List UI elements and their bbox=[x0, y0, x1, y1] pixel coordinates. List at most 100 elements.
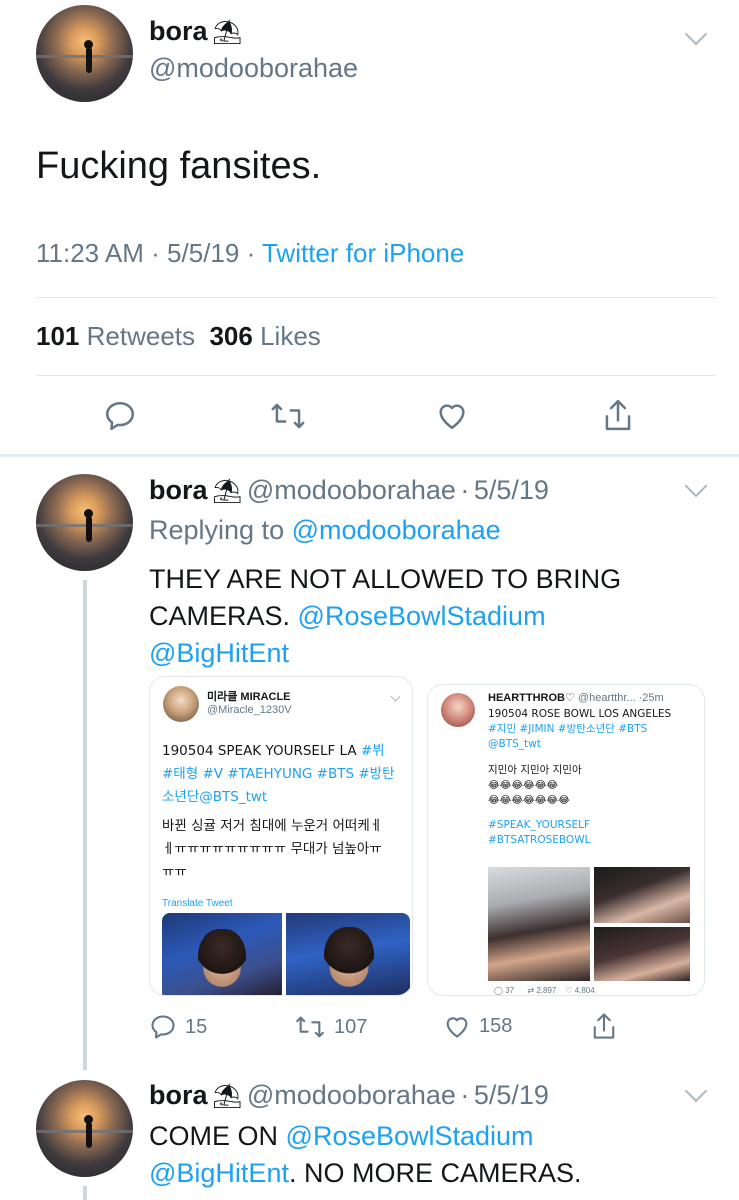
tweet-time: 11:23 AM bbox=[36, 238, 144, 268]
avatar[interactable] bbox=[36, 1080, 133, 1177]
divider bbox=[36, 297, 716, 298]
user-name-row[interactable]: bora ⛱ bbox=[149, 16, 242, 47]
umbrella-icon: ⛱ bbox=[211, 1083, 243, 1110]
emoji-row: 😂😂😂😂😂😂😂 bbox=[488, 795, 570, 806]
hashtag: #뷔 bbox=[360, 743, 385, 759]
umbrella-icon: ⛱ bbox=[211, 478, 243, 505]
hashtag: #SPEAK_YOURSELF bbox=[488, 819, 591, 831]
mention-link[interactable]: @BigHitEnt bbox=[149, 638, 289, 668]
tweet-text-line: THEY ARE NOT ALLOWED TO BRING bbox=[149, 564, 622, 594]
replying-to: Replying to @modooborahae bbox=[149, 515, 501, 546]
concert-photo bbox=[488, 867, 590, 981]
hashtags: #지민 #JIMIN #방탄소년단 #BTS bbox=[488, 723, 648, 735]
user-handle[interactable]: @modooborahae bbox=[247, 475, 456, 505]
embedded-text-line: ㅔㅠㅠㅠㅠㅠㅠㅠㅠㅠ 무대가 넘높아ㅠ bbox=[162, 841, 382, 857]
thread-line bbox=[83, 580, 87, 1070]
display-name[interactable]: bora bbox=[149, 16, 208, 46]
embedded-display-name: HEARTTHROB♡ bbox=[488, 692, 575, 704]
reply-icon[interactable] bbox=[103, 399, 137, 433]
avatar bbox=[441, 693, 475, 727]
tweet-meta: 11:23 AM · 5/5/19 · Twitter for iPhone bbox=[36, 238, 465, 268]
user-handle[interactable]: @modooborahae bbox=[149, 53, 358, 84]
tweet-date: 5/5/19 bbox=[167, 238, 240, 268]
tweet-date: 5/5/19 bbox=[473, 475, 549, 505]
replying-to-label: Replying to bbox=[149, 515, 285, 545]
mention-link[interactable]: @BigHitEnt bbox=[149, 1158, 289, 1188]
retweet-icon bbox=[294, 1013, 326, 1041]
display-name[interactable]: bora bbox=[149, 475, 208, 505]
likes-label[interactable]: Likes bbox=[260, 321, 321, 351]
hashtag: 소년단 bbox=[162, 789, 200, 805]
chevron-down-icon[interactable] bbox=[684, 474, 708, 498]
retweets-count[interactable]: 101 bbox=[36, 321, 79, 351]
reply-button[interactable]: 15 bbox=[149, 1013, 207, 1041]
mention: @BTS_twt bbox=[199, 789, 268, 805]
reply-icon bbox=[149, 1013, 177, 1041]
umbrella-icon: ⛱ bbox=[211, 19, 243, 46]
share-icon[interactable] bbox=[601, 397, 635, 433]
avatar[interactable] bbox=[36, 474, 133, 571]
reply-header: bora ⛱ @modooborahae · 5/5/19 bbox=[149, 475, 549, 505]
embedded-retweet-count: 2,897 bbox=[536, 986, 557, 995]
tweet-date: 5/5/19 bbox=[473, 1080, 549, 1110]
tweet-text: COME ON @RoseBowlStadium @BigHitEnt. NO … bbox=[149, 1118, 719, 1192]
retweet-icon[interactable] bbox=[270, 399, 306, 433]
concert-photo bbox=[162, 913, 282, 995]
embedded-tweet-left: 미라클 MIRACLE @Miracle_1230V 190504 SPEAK … bbox=[149, 676, 413, 996]
tweet-text: THEY ARE NOT ALLOWED TO BRING CAMERAS. @… bbox=[149, 561, 709, 672]
embedded-text: 190504 ROSE BOWL LOS ANGELES #지민 #JIMIN … bbox=[488, 707, 700, 848]
concert-photo bbox=[286, 913, 410, 995]
translate-tweet-link: Translate Tweet bbox=[162, 898, 233, 909]
hashtag: #BTSATROSEBOWL bbox=[488, 834, 591, 846]
embedded-reply-count: 37 bbox=[505, 986, 515, 995]
concert-photo bbox=[594, 867, 690, 923]
mention-link[interactable]: @RoseBowlStadium bbox=[298, 601, 546, 631]
embedded-stats: ◯ 37 ⇄ 2,897 ♡ 4,804 bbox=[494, 986, 595, 995]
divider bbox=[36, 375, 716, 376]
share-icon[interactable] bbox=[590, 1011, 618, 1041]
chevron-down-icon[interactable] bbox=[684, 22, 708, 46]
embedded-handle: @Miracle_1230V bbox=[207, 704, 292, 716]
embedded-tweet-right: HEARTTHROB♡ @heartthr... ·25m 190504 ROS… bbox=[427, 684, 705, 996]
like-icon[interactable] bbox=[435, 399, 469, 431]
display-name[interactable]: bora bbox=[149, 1080, 208, 1110]
tweet-text: Fucking fansites. bbox=[36, 145, 322, 187]
user-handle[interactable]: @modooborahae bbox=[247, 1080, 456, 1110]
tweet-text-line: CAMERAS. bbox=[149, 601, 291, 631]
likes-count[interactable]: 306 bbox=[209, 321, 252, 351]
tweet-text-line: . NO MORE CAMERAS. bbox=[288, 1158, 582, 1188]
tweet-source-link[interactable]: Twitter for iPhone bbox=[262, 238, 464, 268]
embedded-text-line: ㅠㅠ bbox=[162, 864, 187, 880]
tweet-text-line: COME ON bbox=[149, 1121, 279, 1151]
like-button[interactable]: 158 bbox=[443, 1013, 512, 1039]
avatar[interactable] bbox=[36, 5, 133, 102]
chevron-down-icon[interactable] bbox=[684, 1079, 708, 1103]
concert-photo bbox=[594, 927, 690, 981]
embedded-like-count: 4,804 bbox=[574, 986, 595, 995]
embedded-text-line: 190504 SPEAK YOURSELF LA bbox=[162, 743, 361, 759]
avatar bbox=[163, 686, 199, 722]
embedded-text: 190504 SPEAK YOURSELF LA #뷔 #태형 #V #TAEH… bbox=[162, 740, 410, 884]
mention: @BTS_twt bbox=[488, 738, 541, 750]
attached-image[interactable]: 미라클 MIRACLE @Miracle_1230V 190504 SPEAK … bbox=[149, 676, 709, 996]
hashtags: #태형 #V #TAEHYUNG #BTS #방탄 bbox=[162, 766, 395, 782]
retweet-count: 107 bbox=[334, 1015, 368, 1038]
mention-link[interactable]: @RoseBowlStadium bbox=[286, 1121, 534, 1151]
retweet-button[interactable]: 107 bbox=[294, 1013, 367, 1041]
embedded-display-name: 미라클 MIRACLE bbox=[207, 691, 291, 703]
reply-header: bora ⛱ @modooborahae · 5/5/19 bbox=[149, 1080, 549, 1110]
thread-line bbox=[83, 1186, 87, 1200]
retweets-label[interactable]: Retweets bbox=[87, 321, 195, 351]
engagement-stats: 101 Retweets 306 Likes bbox=[36, 321, 321, 352]
like-count: 158 bbox=[479, 1014, 513, 1037]
embedded-text-line: 지민아 지민아 지민아 bbox=[488, 764, 582, 776]
embedded-time: 25m bbox=[642, 692, 664, 704]
reply-count: 15 bbox=[185, 1015, 208, 1038]
replying-to-handle[interactable]: @modooborahae bbox=[292, 515, 501, 545]
section-divider bbox=[0, 454, 739, 457]
emoji-row: 😂😂😂😂😂😂 bbox=[488, 780, 559, 791]
chevron-down-icon bbox=[390, 691, 401, 702]
embedded-header: HEARTTHROB♡ @heartthr... ·25m bbox=[488, 692, 664, 704]
like-icon bbox=[443, 1013, 471, 1039]
embedded-handle: @heartthr... bbox=[577, 692, 636, 704]
